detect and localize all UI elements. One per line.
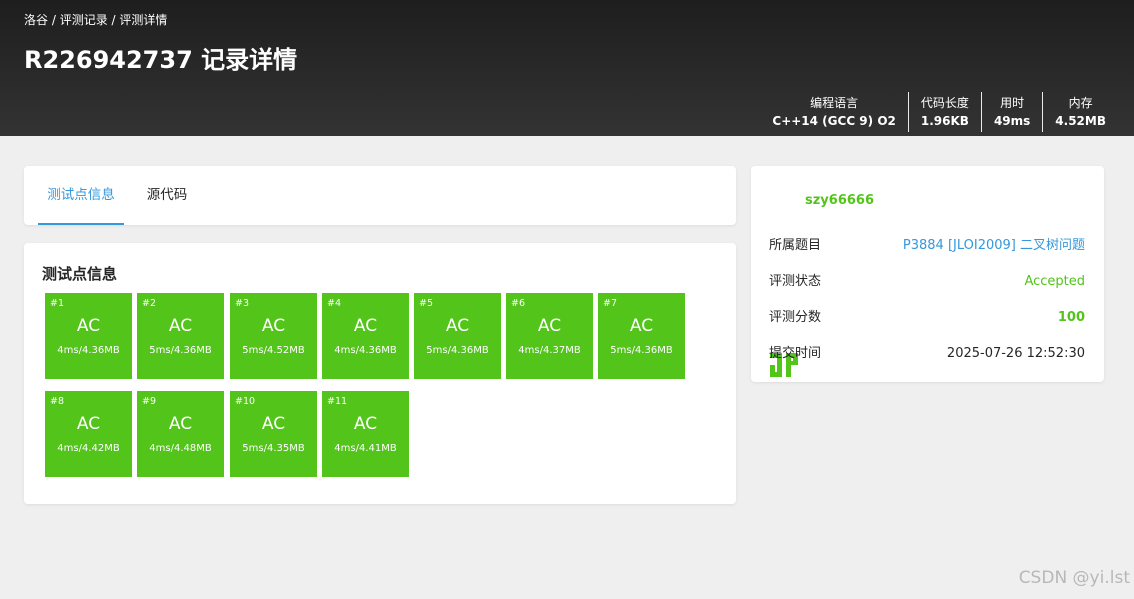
test-case[interactable]: #6 AC 4ms/4.37MB bbox=[506, 293, 593, 379]
test-case-id: #9 bbox=[142, 396, 157, 407]
page-title: R226942737 记录详情 bbox=[24, 46, 298, 74]
page-header: 洛谷 / 评测记录 / 评测详情 R226942737 记录详情 编程语言 C+… bbox=[0, 0, 1134, 136]
breadcrumb-home[interactable]: 洛谷 bbox=[24, 13, 48, 27]
tab-test-cases[interactable]: 测试点信息 bbox=[38, 166, 124, 225]
info-row-problem: 所属题目 P3884 [JLOI2009] 二叉树问题 bbox=[769, 236, 1085, 256]
test-case-id: #8 bbox=[50, 396, 65, 407]
test-case-meta: 4ms/4.36MB bbox=[57, 345, 120, 356]
info-row-status: 评测状态 Accepted bbox=[769, 272, 1085, 292]
test-case-id: #5 bbox=[419, 298, 434, 309]
username-link[interactable]: szy66666 bbox=[805, 193, 874, 208]
status-label: 评测状态 bbox=[769, 274, 822, 289]
test-case-id: #3 bbox=[235, 298, 250, 309]
breadcrumb: 洛谷 / 评测记录 / 评测详情 bbox=[24, 11, 167, 28]
problem-link[interactable]: P3884 [JLOI2009] 二叉树问题 bbox=[903, 236, 1085, 256]
test-case[interactable]: #3 AC 5ms/4.52MB bbox=[230, 293, 317, 379]
test-case-status: AC bbox=[629, 316, 654, 336]
breadcrumb-current: 评测详情 bbox=[119, 13, 168, 27]
test-case-id: #1 bbox=[50, 298, 65, 309]
test-case-status: AC bbox=[168, 316, 193, 336]
test-case[interactable]: #1 AC 4ms/4.36MB bbox=[45, 293, 132, 379]
test-case-meta: 5ms/4.36MB bbox=[426, 345, 489, 356]
test-case-meta: 4ms/4.37MB bbox=[518, 345, 581, 356]
test-case-id: #11 bbox=[327, 396, 348, 407]
test-case[interactable]: #11 AC 4ms/4.41MB bbox=[322, 391, 409, 477]
test-case[interactable]: #10 AC 5ms/4.35MB bbox=[230, 391, 317, 477]
info-row-submit-time: 提交时间 2025-07-26 12:52:30 bbox=[769, 344, 1085, 364]
test-case[interactable]: #4 AC 4ms/4.36MB bbox=[322, 293, 409, 379]
test-case-status: AC bbox=[353, 414, 378, 434]
submit-time-value: 2025-07-26 12:52:30 bbox=[946, 346, 1085, 361]
test-cases-card: 测试点信息 #1 AC 4ms/4.36MB #2 AC 5ms/4.36MB #3 AC… bbox=[24, 243, 736, 504]
test-case[interactable]: #5 AC 5ms/4.36MB bbox=[414, 293, 501, 379]
stat-label: 编程语言 bbox=[810, 96, 859, 110]
test-case-meta: 4ms/4.42MB bbox=[57, 443, 120, 454]
test-case-meta: 4ms/4.36MB bbox=[334, 345, 397, 356]
score-value: 100 bbox=[1057, 310, 1085, 325]
test-case-status: AC bbox=[168, 414, 193, 434]
info-row-score: 评测分数 100 bbox=[769, 308, 1085, 328]
status-value: Accepted bbox=[1024, 274, 1085, 289]
breadcrumb-records[interactable]: 评测记录 bbox=[60, 13, 108, 27]
breadcrumb-separator: / bbox=[48, 13, 60, 27]
stat-value: C++14 (GCC 9) O2 bbox=[772, 114, 896, 128]
test-case[interactable]: #2 AC 5ms/4.36MB bbox=[137, 293, 224, 379]
test-case-status: AC bbox=[445, 316, 470, 336]
submit-time-label: 提交时间 bbox=[769, 346, 822, 361]
stat-language: 编程语言 C++14 (GCC 9) O2 bbox=[760, 92, 907, 132]
test-case-id: #6 bbox=[511, 298, 526, 309]
test-case-id: #7 bbox=[603, 298, 618, 309]
stat-label: 内存 bbox=[1068, 96, 1093, 110]
stat-label: 代码长度 bbox=[920, 96, 969, 110]
test-case-meta: 5ms/4.36MB bbox=[149, 345, 212, 356]
watermark: CSDN @yi.lst bbox=[1018, 568, 1130, 588]
test-case-id: #10 bbox=[235, 396, 256, 407]
test-case-meta: 4ms/4.48MB bbox=[149, 443, 212, 454]
test-case-status: AC bbox=[537, 316, 562, 336]
tabs-card: 测试点信息 源代码 bbox=[24, 166, 736, 225]
stat-label: 用时 bbox=[1000, 96, 1025, 110]
stat-value: 4.52MB bbox=[1055, 114, 1106, 128]
record-stats: 编程语言 C++14 (GCC 9) O2 代码长度 1.96KB 用时 49m… bbox=[760, 92, 1106, 132]
test-case[interactable]: #7 AC 5ms/4.36MB bbox=[598, 293, 685, 379]
test-case[interactable]: #8 AC 4ms/4.42MB bbox=[45, 391, 132, 477]
stat-value: 49ms bbox=[993, 114, 1031, 128]
test-case-status: AC bbox=[76, 316, 101, 336]
test-case-meta: 5ms/4.52MB bbox=[242, 345, 305, 356]
test-case-status: AC bbox=[76, 414, 101, 434]
test-case-id: #2 bbox=[142, 298, 157, 309]
test-case-status: AC bbox=[261, 316, 286, 336]
breadcrumb-separator: / bbox=[107, 13, 120, 27]
test-case-meta: 5ms/4.36MB bbox=[610, 345, 673, 356]
stat-memory: 内存 4.52MB bbox=[1042, 92, 1106, 132]
score-label: 评测分数 bbox=[769, 310, 822, 325]
test-case-status: AC bbox=[353, 316, 378, 336]
stat-time: 用时 49ms bbox=[980, 92, 1042, 132]
test-case-meta: 4ms/4.41MB bbox=[334, 443, 397, 454]
test-case[interactable]: #9 AC 4ms/4.48MB bbox=[137, 391, 224, 477]
test-case-id: #4 bbox=[327, 298, 342, 309]
stat-code-length: 代码长度 1.96KB bbox=[907, 92, 981, 132]
test-cases-title: 测试点信息 bbox=[42, 265, 118, 283]
problem-label: 所属题目 bbox=[769, 238, 822, 253]
test-case-status: AC bbox=[261, 414, 286, 434]
stat-value: 1.96KB bbox=[920, 114, 969, 128]
test-case-meta: 5ms/4.35MB bbox=[242, 443, 305, 454]
tab-source-code[interactable]: 源代码 bbox=[136, 166, 198, 225]
